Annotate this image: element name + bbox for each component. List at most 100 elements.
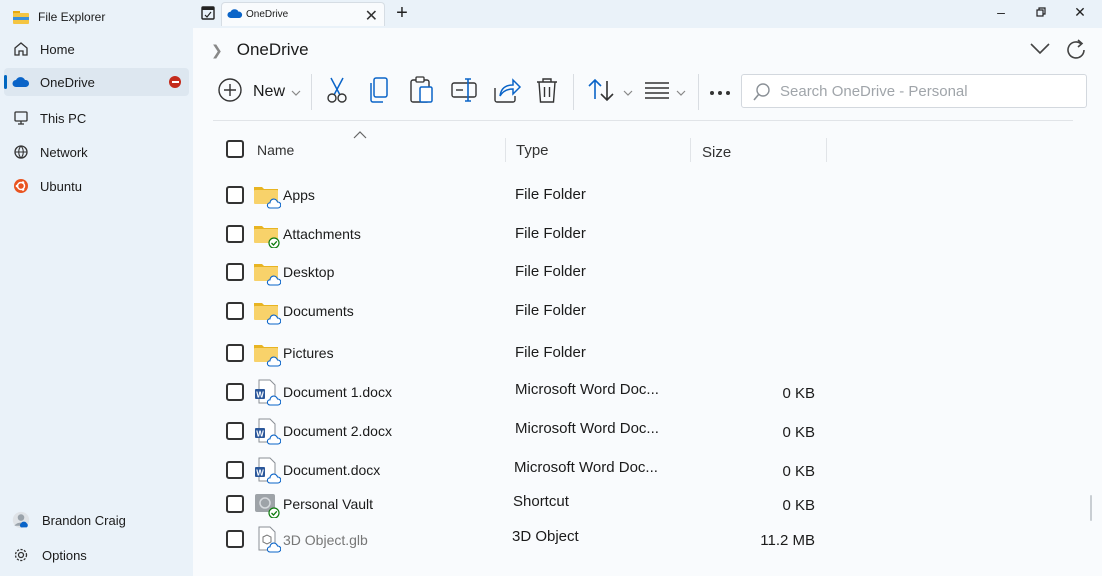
scissors-icon bbox=[325, 76, 349, 109]
row-checkbox[interactable] bbox=[226, 383, 244, 401]
rename-button[interactable] bbox=[449, 76, 479, 108]
file-name[interactable]: Apps bbox=[283, 187, 315, 203]
breadcrumb-current[interactable]: OneDrive bbox=[237, 40, 309, 60]
column-divider[interactable] bbox=[690, 138, 691, 162]
file-name[interactable]: Personal Vault bbox=[283, 496, 373, 512]
vault-synced-icon bbox=[253, 490, 281, 519]
search-input[interactable] bbox=[780, 81, 1075, 101]
chevron-down-icon[interactable] bbox=[1029, 40, 1051, 61]
column-header-type[interactable]: Type bbox=[516, 142, 549, 159]
close-tab-icon[interactable]: ✕ bbox=[365, 6, 378, 26]
network-globe-icon bbox=[12, 143, 30, 161]
avatar bbox=[12, 511, 30, 529]
copy-button[interactable] bbox=[365, 76, 393, 108]
cut-button[interactable] bbox=[323, 76, 351, 108]
onedrive-cloud-icon bbox=[227, 8, 243, 22]
toolbar-divider bbox=[311, 74, 312, 110]
delete-button[interactable] bbox=[533, 76, 561, 108]
row-checkbox[interactable] bbox=[226, 302, 244, 320]
file-name[interactable]: Document 2.docx bbox=[283, 423, 392, 439]
row-checkbox[interactable] bbox=[226, 495, 244, 513]
account-button[interactable]: Brandon Craig bbox=[4, 506, 189, 534]
file-type: Microsoft Word Doc... bbox=[515, 420, 659, 437]
column-header-name[interactable]: Name bbox=[257, 142, 294, 158]
scrollbar-thumb[interactable] bbox=[1090, 495, 1092, 521]
new-button-label: New bbox=[252, 83, 285, 100]
new-tab-icon[interactable]: + bbox=[392, 2, 412, 25]
paste-button[interactable] bbox=[407, 75, 437, 109]
more-options-button[interactable] bbox=[707, 76, 733, 108]
file-row[interactable]: Documents File Folder bbox=[193, 295, 1102, 329]
sidebar-item-home[interactable]: Home bbox=[4, 35, 189, 63]
share-icon bbox=[492, 76, 522, 109]
file-name[interactable]: Desktop bbox=[283, 264, 334, 280]
paste-icon bbox=[409, 75, 435, 109]
file-row[interactable]: Pictures File Folder bbox=[193, 337, 1102, 371]
sidebar-item-label: Network bbox=[40, 144, 88, 160]
file-type: File Folder bbox=[515, 302, 586, 319]
file-name[interactable]: Document 1.docx bbox=[283, 384, 392, 400]
main-pane: OneDrive ✕ + – ✕ ❯ OneDrive New Search O… bbox=[193, 0, 1102, 576]
chevron-down-icon bbox=[291, 83, 301, 101]
file-name[interactable]: Document.docx bbox=[283, 462, 380, 478]
row-checkbox[interactable] bbox=[226, 530, 244, 548]
sort-ascending-icon bbox=[353, 126, 367, 144]
refresh-icon[interactable] bbox=[1063, 37, 1089, 68]
file-row[interactable]: Apps File Folder bbox=[193, 179, 1102, 213]
tab-onedrive[interactable]: OneDrive ✕ bbox=[221, 2, 385, 26]
row-checkbox[interactable] bbox=[226, 225, 244, 243]
row-checkbox[interactable] bbox=[226, 422, 244, 440]
file-name[interactable]: Documents bbox=[283, 303, 354, 319]
file-row[interactable]: W Document 1.docx Microsoft Word Doc... 0 K… bbox=[193, 376, 1102, 410]
sort-button[interactable] bbox=[583, 76, 637, 108]
file-type: Microsoft Word Doc... bbox=[514, 459, 658, 476]
new-button[interactable]: New bbox=[211, 76, 307, 108]
row-checkbox[interactable] bbox=[226, 344, 244, 362]
chevron-right-icon[interactable]: ❯ bbox=[211, 42, 223, 59]
minimize-icon[interactable]: – bbox=[991, 4, 1011, 20]
file-size: 11.2 MB bbox=[760, 532, 815, 549]
sidebar-item-onedrive[interactable]: OneDrive bbox=[4, 68, 189, 96]
file-row[interactable]: W Document 2.docx Microsoft Word Doc... 0 K… bbox=[193, 415, 1102, 449]
toolbar-divider-line bbox=[213, 120, 1073, 121]
sidebar-item-this-pc[interactable]: This PC bbox=[4, 104, 189, 132]
file-name[interactable]: Pictures bbox=[283, 345, 334, 361]
file-row[interactable]: W Document.docx Microsoft Word Doc... 0 KB bbox=[193, 454, 1102, 488]
column-header-size[interactable]: Size bbox=[702, 144, 731, 161]
sidebar-item-network[interactable]: Network bbox=[4, 138, 189, 166]
search-box[interactable] bbox=[741, 74, 1087, 108]
options-label: Options bbox=[42, 547, 87, 563]
file-row[interactable]: Desktop File Folder bbox=[193, 256, 1102, 290]
file-name[interactable]: Attachments bbox=[283, 226, 361, 242]
row-checkbox[interactable] bbox=[226, 186, 244, 204]
sidebar-item-label: OneDrive bbox=[40, 74, 95, 90]
column-divider[interactable] bbox=[826, 138, 827, 162]
folder-cloud-icon bbox=[253, 181, 282, 209]
file-size: 0 KB bbox=[782, 385, 815, 402]
trash-icon bbox=[535, 76, 559, 109]
onedrive-cloud-icon bbox=[12, 73, 30, 91]
file-name[interactable]: 3D Object.glb bbox=[283, 532, 368, 548]
view-button[interactable] bbox=[641, 76, 689, 108]
restore-icon[interactable] bbox=[1031, 4, 1051, 20]
file-type: File Folder bbox=[515, 263, 586, 280]
sort-arrows-icon bbox=[587, 77, 617, 108]
file-type: File Folder bbox=[515, 225, 586, 242]
folder-synced-icon bbox=[253, 220, 281, 249]
select-all-checkbox[interactable] bbox=[226, 140, 244, 158]
options-button[interactable]: Options bbox=[4, 541, 189, 569]
row-checkbox[interactable] bbox=[226, 263, 244, 281]
file-row[interactable]: Attachments File Folder bbox=[193, 218, 1102, 252]
more-dots-icon bbox=[709, 83, 731, 101]
window-menu-icon[interactable] bbox=[201, 6, 215, 25]
share-button[interactable] bbox=[491, 76, 523, 108]
file-row[interactable]: Personal Vault Shortcut 0 KB bbox=[193, 488, 1102, 522]
row-checkbox[interactable] bbox=[226, 461, 244, 479]
close-window-icon[interactable]: ✕ bbox=[1070, 4, 1090, 21]
column-divider[interactable] bbox=[505, 138, 506, 162]
account-name: Brandon Craig bbox=[42, 512, 126, 528]
file-explorer-icon bbox=[12, 8, 30, 26]
file-row[interactable]: 3D Object.glb 3D Object 11.2 MB bbox=[193, 523, 1102, 557]
3d-object-cloud-icon bbox=[253, 525, 282, 553]
sidebar-item-ubuntu[interactable]: Ubuntu bbox=[4, 172, 189, 200]
